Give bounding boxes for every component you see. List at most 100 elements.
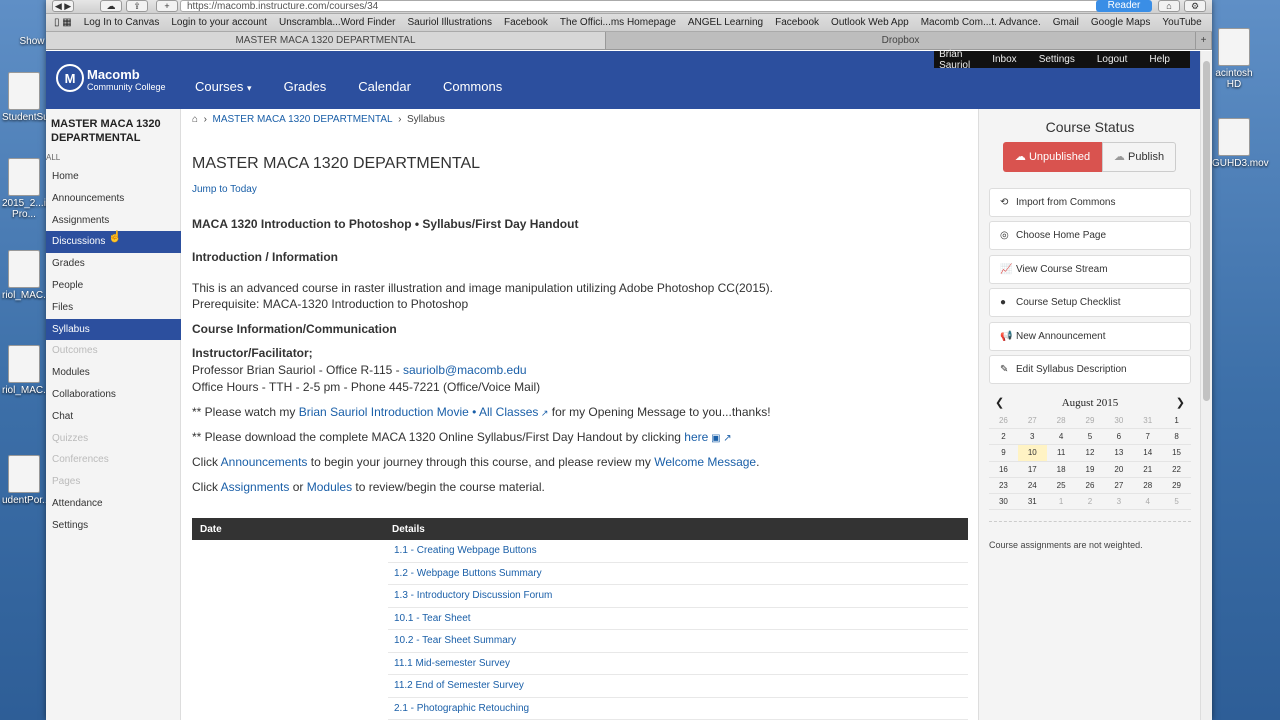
assignment-link[interactable]: 10.2 - Tear Sheet Summary <box>388 635 516 646</box>
settings-link[interactable]: Settings <box>1039 54 1075 65</box>
calendar-day[interactable]: 26 <box>1075 478 1105 494</box>
course-setup-checklist-button[interactable]: ● Course Setup Checklist <box>989 288 1191 318</box>
nav-item-chat[interactable]: Chat <box>46 406 181 428</box>
choose-home-page-button[interactable]: ◎ Choose Home Page <box>989 221 1191 251</box>
assignment-link[interactable]: 1.1 - Creating Webpage Buttons <box>388 545 537 556</box>
nav-item-files[interactable]: Files <box>46 297 181 319</box>
calendar-day[interactable]: 14 <box>1133 445 1163 462</box>
assignment-link[interactable]: 11.2 End of Semester Survey <box>388 680 524 691</box>
nav-calendar[interactable]: Calendar <box>358 79 411 94</box>
nav-commons[interactable]: Commons <box>443 79 502 94</box>
calendar-day[interactable]: 8 <box>1162 429 1191 446</box>
desktop-file-icon[interactable]: GUHD3.mov <box>1212 118 1269 169</box>
inbox-link[interactable]: Inbox <box>992 54 1016 65</box>
url-bar[interactable]: https://macomb.instructure.com/courses/3… <box>180 0 1140 12</box>
desktop-file-icon[interactable]: acintosh HD <box>1212 28 1256 90</box>
user-name-link[interactable]: Brian Sauriol <box>939 49 970 71</box>
calendar-day[interactable]: 17 <box>1017 462 1047 478</box>
cloud-icon[interactable]: ☁ <box>100 0 122 12</box>
calendar-day[interactable]: 27 <box>1017 413 1047 430</box>
calendar-day[interactable]: 5 <box>1162 494 1191 511</box>
bookmark-item[interactable]: The Offici...ms Homepage <box>560 17 676 28</box>
nav-item-attendance[interactable]: Attendance <box>46 493 181 515</box>
edit-syllabus-description-button[interactable]: ✎ Edit Syllabus Description <box>989 355 1191 384</box>
bookmark-item[interactable]: Sauriol Illustrations <box>408 17 492 28</box>
welcome-message-link[interactable]: Welcome Message <box>654 455 756 469</box>
bookmark-item[interactable]: Outlook Web App <box>831 17 909 28</box>
bookmark-item[interactable]: Unscrambla...Word Finder <box>279 17 396 28</box>
calendar-day[interactable]: 28 <box>1133 478 1163 494</box>
calendar-day[interactable]: 28 <box>1046 413 1076 430</box>
calendar-day[interactable]: 20 <box>1104 462 1134 478</box>
assignment-link[interactable]: 10.1 - Tear Sheet <box>388 613 471 624</box>
calendar-day[interactable]: 31 <box>1017 494 1047 511</box>
gear-icon[interactable]: ⚙ <box>1184 0 1206 12</box>
calendar-day[interactable]: 15 <box>1162 445 1191 462</box>
calendar-day[interactable]: 6 <box>1104 429 1134 446</box>
bookmark-item[interactable]: Log In to Canvas <box>84 17 160 28</box>
new-tab-icon[interactable]: + <box>156 0 178 12</box>
calendar-day[interactable]: 30 <box>989 494 1018 511</box>
intro-movie-link[interactable]: Brian Sauriol Introduction Movie • All C… <box>299 405 539 419</box>
calendar-day[interactable]: 2 <box>989 429 1018 446</box>
calendar-day[interactable]: 25 <box>1046 478 1076 494</box>
calendar-day[interactable]: 23 <box>989 478 1018 494</box>
calendar-day[interactable]: 22 <box>1162 462 1191 478</box>
tab-course[interactable]: MASTER MACA 1320 DEPARTMENTAL <box>46 32 606 49</box>
calendar-day[interactable]: 13 <box>1104 445 1134 462</box>
bookmark-item[interactable]: Macomb Com...t. Advance. <box>921 17 1041 28</box>
desktop-file-icon[interactable]: riol_MAC...DH...vas... <box>2 345 98 396</box>
announcements-link[interactable]: Announcements <box>221 455 308 469</box>
calendar-day[interactable]: 29 <box>1162 478 1191 494</box>
jump-to-today-link[interactable]: Jump to Today <box>192 184 257 195</box>
calendar-day[interactable]: 27 <box>1104 478 1134 494</box>
reader-button[interactable]: Reader <box>1096 0 1152 12</box>
nav-item-syllabus[interactable]: Syllabus <box>46 318 181 341</box>
calendar-day[interactable]: 19 <box>1075 462 1105 478</box>
email-link[interactable]: sauriolb@macomb.edu <box>403 363 527 377</box>
home-icon[interactable]: ⌂ <box>1158 0 1180 12</box>
calendar-day[interactable]: 3 <box>1017 429 1047 446</box>
nav-item-grades[interactable]: Grades <box>46 253 181 275</box>
new-announcement-button[interactable]: 📢 New Announcement <box>989 321 1191 351</box>
vertical-scrollbar[interactable] <box>1200 51 1212 720</box>
assignment-link[interactable]: 2.1 - Photographic Retouching <box>388 703 529 714</box>
nav-grades[interactable]: Grades <box>284 79 327 94</box>
calendar-day[interactable]: 2 <box>1075 494 1105 511</box>
calendar-day[interactable]: 24 <box>1017 478 1047 494</box>
calendar-day[interactable]: 26 <box>989 413 1018 430</box>
bookmark-item[interactable]: Google Maps <box>1091 17 1150 28</box>
assignment-link[interactable]: 1.2 - Webpage Buttons Summary <box>388 568 542 579</box>
desktop-file-icon[interactable]: 2015_2...inish Pro... <box>2 158 64 220</box>
nav-item-assignments[interactable]: Assignments <box>46 210 181 232</box>
nav-item-settings[interactable]: Settings <box>46 515 181 537</box>
scrollbar-thumb[interactable] <box>1203 61 1210 401</box>
next-month-icon[interactable]: ❯ <box>1176 395 1185 411</box>
logout-link[interactable]: Logout <box>1097 54 1128 65</box>
calendar-day[interactable]: 1 <box>1162 413 1191 430</box>
calendar-day[interactable]: 30 <box>1104 413 1134 430</box>
nav-item-announcements[interactable]: Announcements <box>46 188 181 210</box>
calendar-day[interactable]: 16 <box>989 462 1018 478</box>
calendar-day[interactable]: 18 <box>1046 462 1076 478</box>
nav-item-modules[interactable]: Modules <box>46 362 181 384</box>
assignments-link[interactable]: Assignments <box>221 480 290 494</box>
modules-link[interactable]: Modules <box>307 480 352 494</box>
nav-courses[interactable]: Courses ▾ <box>195 79 252 94</box>
calendar-day[interactable]: 9 <box>989 445 1018 462</box>
tab-dropbox[interactable]: Dropbox <box>606 32 1196 49</box>
add-tab-icon[interactable]: + <box>1196 32 1212 49</box>
prev-month-icon[interactable]: ❮ <box>995 395 1004 411</box>
calendar-day[interactable]: 4 <box>1046 429 1076 446</box>
unpublished-button[interactable]: ☁ Unpublished <box>1003 142 1102 172</box>
bookmark-item[interactable]: Facebook <box>504 17 548 28</box>
calendar-day[interactable]: 29 <box>1075 413 1105 430</box>
nav-item-home[interactable]: Home <box>46 166 181 188</box>
calendar-day[interactable]: 12 <box>1075 445 1105 462</box>
calendar-day[interactable]: 4 <box>1133 494 1163 511</box>
assignment-link[interactable]: 1.3 - Introductory Discussion Forum <box>388 590 552 601</box>
breadcrumb-course[interactable]: MASTER MACA 1320 DEPARTMENTAL <box>213 114 393 125</box>
calendar-day[interactable]: 21 <box>1133 462 1163 478</box>
nav-item-people[interactable]: People <box>46 275 181 297</box>
import-from-commons-button[interactable]: ⟲ Import from Commons <box>989 188 1191 217</box>
